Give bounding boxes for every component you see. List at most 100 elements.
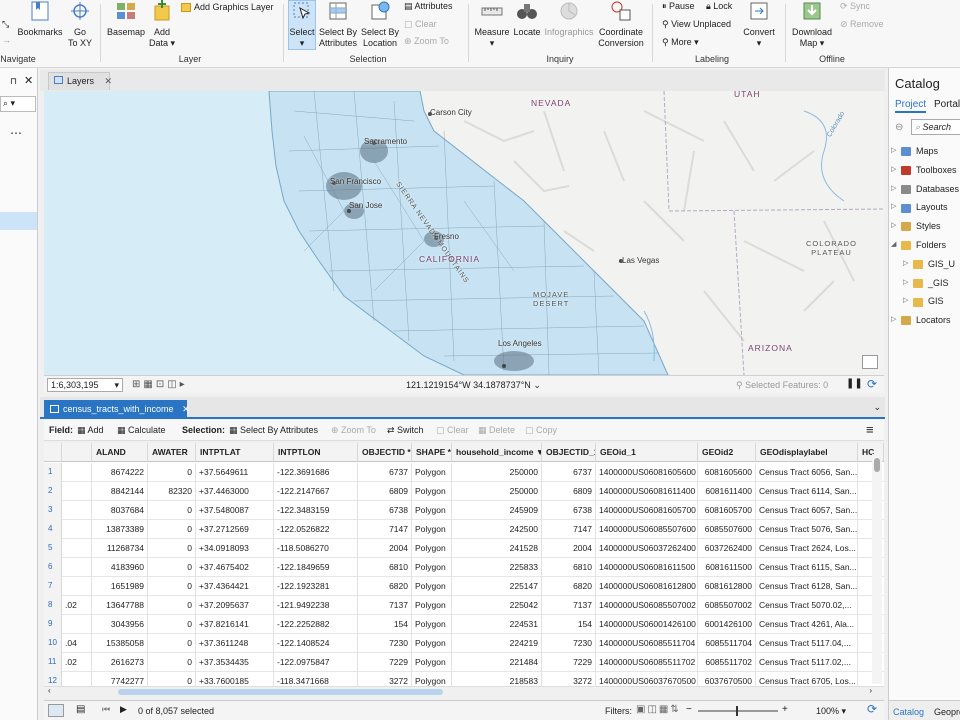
catalog-item-styles[interactable]: ▷ Styles	[891, 221, 941, 232]
table-cell-geoid2[interactable]: 6001426100	[698, 615, 756, 634]
download-map-button[interactable]: Download Map ▾	[789, 0, 835, 49]
locate-button[interactable]: Locate	[512, 0, 542, 38]
table-cell-objectid[interactable]: 2004	[358, 539, 412, 558]
table-cell-aland[interactable]: 13873389	[92, 520, 148, 539]
table-cell-geoid-1[interactable]: 1400000US06085507002	[596, 596, 698, 615]
table-cell-intptlat[interactable]: +37.5480087	[196, 501, 274, 520]
catalog-item-locators[interactable]: ▷ Locators	[891, 315, 951, 326]
scroll-right-icon[interactable]: ›	[869, 686, 872, 695]
column-header-geodisplaylabel[interactable]: GEOdisplaylabel	[756, 443, 858, 462]
zoom-to-button[interactable]: ⊕ Zoom To	[331, 425, 376, 436]
table-cell-geoid-1[interactable]: 1400000US06081611400	[596, 482, 698, 501]
table-cell-geoid2[interactable]: 6081605600	[698, 463, 756, 482]
map-tools-icons[interactable]: ⊞▦⊡◫▸	[132, 379, 188, 390]
table-cell-intptlat[interactable]: +37.4675402	[196, 558, 274, 577]
table-cell-partial[interactable]	[62, 501, 92, 520]
table-cell-geodisplaylabel[interactable]: Census Tract 5117.04,...	[756, 634, 858, 653]
collapsed-arrow-icon[interactable]: ▷	[903, 259, 908, 267]
scrollbar-thumb[interactable]	[118, 689, 443, 695]
column-header-objectid-1[interactable]: OBJECTID_1	[542, 443, 596, 462]
table-cell-geoid-1[interactable]: 1400000US06085507600	[596, 520, 698, 539]
table-cell-geoid-1[interactable]: 1400000US06037670500	[596, 672, 698, 686]
table-cell-geodisplaylabel[interactable]: Census Tract 5117.02,...	[756, 653, 858, 672]
close-icon[interactable]: ✕	[24, 74, 33, 87]
table-cell-intptlon[interactable]: -122.0526822	[274, 520, 358, 539]
row-number[interactable]: 8	[44, 596, 62, 615]
table-cell-household-income[interactable]: 241528	[452, 539, 542, 558]
table-cell-intptlat[interactable]: +33.7600185	[196, 672, 274, 686]
table-cell-shape[interactable]: Polygon	[412, 577, 452, 596]
table-cell-partial[interactable]: .02	[62, 653, 92, 672]
table-cell-household-income[interactable]: 245909	[452, 501, 542, 520]
table-cell-household-income[interactable]: 224531	[452, 615, 542, 634]
column-header-geoid2[interactable]: GEOid2	[698, 443, 756, 462]
table-cell-geodisplaylabel[interactable]: Census Tract 6056, San...	[756, 463, 858, 482]
table-cell-awater[interactable]: 0	[148, 596, 196, 615]
collapsed-arrow-icon[interactable]: ▷	[891, 221, 896, 229]
forward-arrow-icon[interactable]: →	[2, 34, 11, 46]
table-cell-partial[interactable]: .02	[62, 596, 92, 615]
collapsed-arrow-icon[interactable]: ▷	[891, 146, 896, 154]
collapsed-arrow-icon[interactable]: ▷	[891, 202, 896, 210]
table-cell-shape[interactable]: Polygon	[412, 482, 452, 501]
clear-selection-table-button[interactable]: ▢ Clear	[436, 425, 469, 436]
table-cell-aland[interactable]: 8674222	[92, 463, 148, 482]
first-record-icon[interactable]: ⏮	[102, 704, 110, 715]
table-cell-awater[interactable]: 0	[148, 672, 196, 686]
fixed-zoom-icon[interactable]: ⤡	[2, 18, 9, 30]
view-unplaced-button[interactable]: ⚲ View Unplaced	[662, 18, 731, 30]
table-cell-intptlon[interactable]: -122.2252882	[274, 615, 358, 634]
row-number[interactable]: 4	[44, 520, 62, 539]
table-cell-geoid2[interactable]: 6081611400	[698, 482, 756, 501]
vertical-scrollbar[interactable]	[872, 454, 882, 684]
table-cell-intptlon[interactable]: -118.3471668	[274, 672, 358, 686]
table-cell-geodisplaylabel[interactable]: Census Tract 6705, Los...	[756, 672, 858, 686]
table-cell-intptlon[interactable]: -121.9492238	[274, 596, 358, 615]
table-cell-objectid[interactable]: 7230	[358, 634, 412, 653]
table-cell-geoid2[interactable]: 6085507002	[698, 596, 756, 615]
lock-labeling-button[interactable]: 🔒︎ Lock	[706, 0, 732, 12]
catalog-item-toolboxes[interactable]: ▷ Toolboxes	[891, 165, 957, 175]
table-row[interactable]: 7 1651989 0 +37.4364421 -122.1923281 6820 Poly…	[44, 577, 884, 596]
table-cell-shape[interactable]: Polygon	[412, 463, 452, 482]
table-cell-shape[interactable]: Polygon	[412, 596, 452, 615]
row-number[interactable]: 1	[44, 463, 62, 482]
table-cell-household-income[interactable]: 218583	[452, 672, 542, 686]
row-number[interactable]: 6	[44, 558, 62, 577]
table-cell-geoid-1[interactable]: 1400000US06085511704	[596, 634, 698, 653]
table-cell-shape[interactable]: Polygon	[412, 653, 452, 672]
table-cell-aland[interactable]: 1651989	[92, 577, 148, 596]
clear-selection-button[interactable]: ▢ Clear	[404, 18, 437, 30]
table-cell-shape[interactable]: Polygon	[412, 558, 452, 577]
table-cell-geoid2[interactable]: 6037262400	[698, 539, 756, 558]
selected-layer-row[interactable]	[0, 212, 37, 230]
catalog-item-folders[interactable]: ◢ Folders	[891, 240, 946, 251]
table-cell-aland[interactable]: 8842144	[92, 482, 148, 501]
table-cell-partial[interactable]	[62, 577, 92, 596]
zoom-in-icon[interactable]: +	[782, 704, 788, 715]
table-row[interactable]: 8.02 13647788 0 +37.2095637 -121.9492238 7137…	[44, 596, 884, 615]
table-cell-objectid[interactable]: 6810	[358, 558, 412, 577]
table-cell-household-income[interactable]: 250000	[452, 463, 542, 482]
table-cell-objectid[interactable]: 6737	[358, 463, 412, 482]
table-cell-partial[interactable]	[62, 520, 92, 539]
table-cell-geodisplaylabel[interactable]: Census Tract 6114, San...	[756, 482, 858, 501]
refresh-icon[interactable]: ⟳	[867, 702, 877, 716]
table-cell-objectid[interactable]: 6820	[358, 577, 412, 596]
table-cell-objectid-1[interactable]: 6810	[542, 558, 596, 577]
pause-drawing-icon[interactable]: ❚❚	[846, 378, 863, 389]
catalog-item-databases[interactable]: ▷ Databases	[891, 184, 959, 194]
row-number[interactable]: 11	[44, 653, 62, 672]
zoom-level[interactable]: 100% ▾	[816, 706, 846, 717]
table-cell-household-income[interactable]: 225147	[452, 577, 542, 596]
table-cell-objectid-1[interactable]: 6809	[542, 482, 596, 501]
table-cell-objectid[interactable]: 6809	[358, 482, 412, 501]
table-cell-intptlon[interactable]: -122.2147667	[274, 482, 358, 501]
collapsed-arrow-icon[interactable]: ▷	[891, 315, 896, 323]
tab-geoprocessing[interactable]: Geopro	[934, 707, 960, 717]
table-cell-objectid-1[interactable]: 2004	[542, 539, 596, 558]
table-cell-geoid-1[interactable]: 1400000US06001426100	[596, 615, 698, 634]
table-cell-partial[interactable]	[62, 482, 92, 501]
calculate-field-button[interactable]: ▦ Calculate	[117, 425, 166, 436]
catalog-item-gis[interactable]: ▷ GIS	[903, 296, 944, 307]
